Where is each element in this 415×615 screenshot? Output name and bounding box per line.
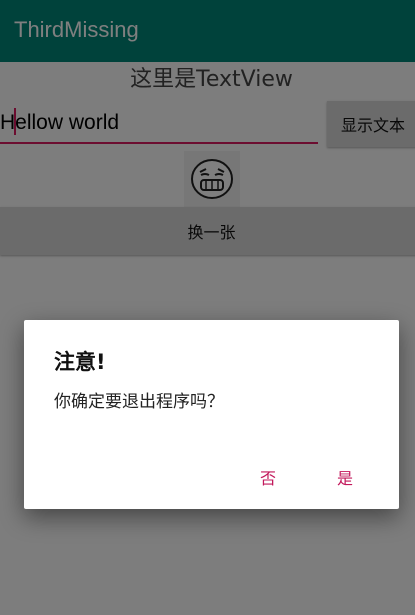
dialog-no-button[interactable]: 否 [238, 460, 298, 494]
dialog-scrim[interactable] [0, 0, 415, 615]
confirm-dialog: 注意! 你确定要退出程序吗？ 否 是 [24, 320, 399, 509]
dialog-yes-button[interactable]: 是 [315, 460, 375, 494]
dialog-title: 注意! [54, 350, 106, 374]
dialog-message: 你确定要退出程序吗？ [54, 392, 224, 412]
